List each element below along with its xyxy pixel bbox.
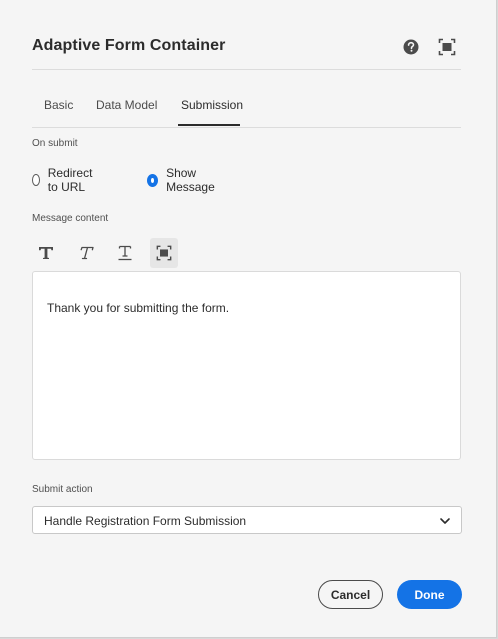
submit-action-label: Submit action [32, 484, 93, 495]
dialog-title: Adaptive Form Container [32, 37, 226, 54]
help-icon[interactable] [402, 38, 420, 56]
tab-data-model[interactable]: Data Model [96, 98, 157, 112]
radio-label: Redirect to URL [47, 166, 93, 194]
tab-submission[interactable]: Submission [181, 98, 243, 112]
done-button[interactable]: Done [397, 580, 462, 609]
fullscreen-icon[interactable] [150, 238, 178, 268]
tab-basic[interactable]: Basic [44, 98, 73, 112]
radio-circle [32, 174, 40, 186]
header-divider [32, 69, 461, 70]
submit-action-value: Handle Registration Form Submission [44, 514, 247, 528]
italic-icon[interactable] [72, 238, 100, 268]
on-submit-label: On submit [32, 138, 78, 149]
underline-icon[interactable] [111, 238, 139, 268]
tab-selected-indicator [178, 124, 240, 126]
message-content-label: Message content [32, 213, 109, 224]
chevron-down-icon [440, 518, 450, 524]
radio-show-message[interactable]: Show Message [147, 166, 217, 194]
cancel-button[interactable]: Cancel [318, 580, 383, 609]
message-content-editor[interactable]: Thank you for submitting the form. [32, 271, 461, 460]
bold-icon[interactable] [32, 238, 60, 268]
submit-action-select[interactable]: Handle Registration Form Submission [32, 506, 462, 534]
radio-redirect-to-url[interactable]: Redirect to URL [32, 166, 97, 194]
fullscreen-icon[interactable] [438, 38, 456, 56]
adaptive-form-container-dialog: Adaptive Form Container Basic Data Model… [0, 0, 497, 638]
radio-circle-checked [147, 173, 159, 187]
message-text: Thank you for submitting the form. [47, 301, 230, 315]
radio-label: Show Message [166, 166, 215, 194]
tab-bar: Basic Data Model Submission [32, 90, 461, 128]
